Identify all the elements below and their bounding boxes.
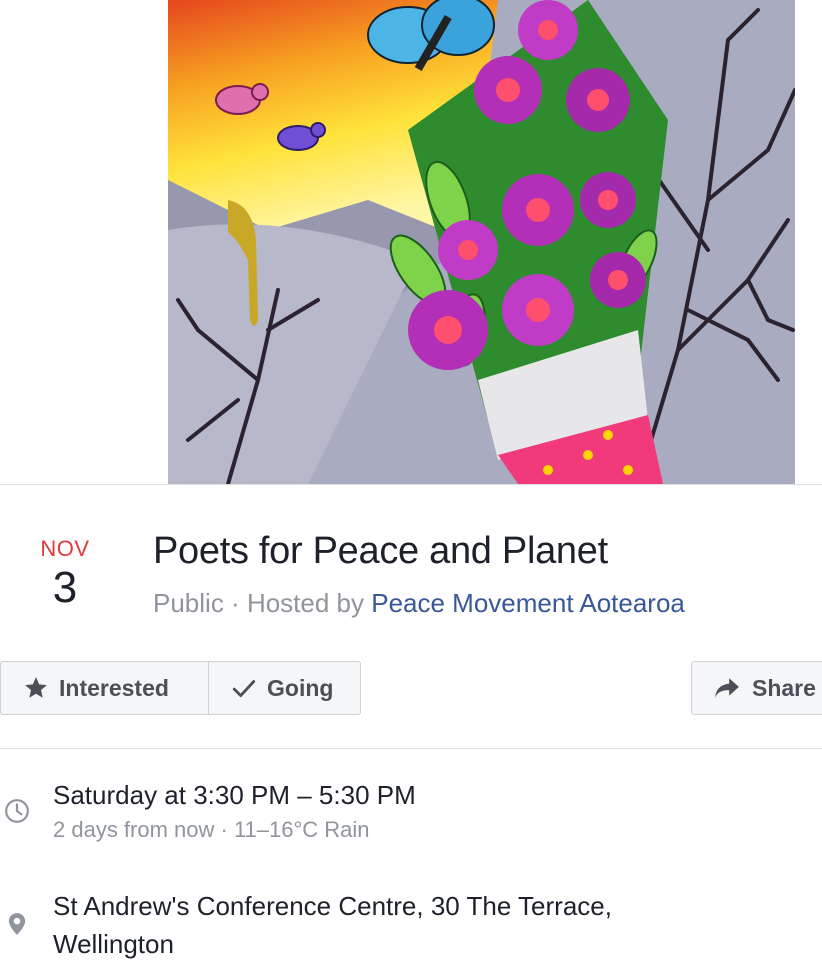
privacy-label: Public bbox=[153, 588, 224, 618]
star-icon bbox=[25, 677, 47, 698]
event-time: Saturday at 3:30 PM – 5:30 PM bbox=[53, 780, 416, 810]
event-date-day: 3 bbox=[52, 563, 78, 612]
going-label: Going bbox=[267, 674, 334, 701]
share-arrow-icon bbox=[715, 678, 739, 698]
interested-label: Interested bbox=[59, 674, 169, 701]
event-location-row[interactable]: St Andrew's Conference Centre, 30 The Te… bbox=[0, 891, 822, 966]
event-time-subtext: 2 days from now · 11–16°C Rain bbox=[53, 817, 370, 842]
section-divider bbox=[0, 748, 822, 749]
share-button[interactable]: Share bbox=[691, 661, 822, 715]
share-label: Share bbox=[752, 674, 816, 701]
hosted-by-prefix: Hosted by bbox=[246, 588, 372, 618]
event-cover-image[interactable] bbox=[168, 0, 795, 484]
cover-artwork bbox=[168, 0, 795, 484]
interested-button[interactable]: Interested bbox=[1, 662, 208, 714]
event-date-month: NOV bbox=[40, 536, 90, 561]
rsvp-button-group: Interested Going bbox=[0, 661, 361, 715]
event-subtitle: Public · Hosted by Peace Movement Aotear… bbox=[153, 588, 685, 619]
clock-icon bbox=[5, 799, 29, 823]
subtitle-separator: · bbox=[223, 588, 247, 618]
event-date: NOV 3 bbox=[30, 536, 100, 612]
event-location-line1: St Andrew's Conference Centre, 30 The Te… bbox=[53, 891, 612, 921]
check-icon bbox=[232, 680, 256, 697]
map-pin-icon bbox=[8, 913, 26, 935]
event-location-line2: Wellington bbox=[53, 929, 174, 959]
host-link[interactable]: Peace Movement Aotearoa bbox=[371, 588, 685, 618]
event-cover-area bbox=[0, 0, 822, 485]
event-time-row[interactable]: Saturday at 3:30 PM – 5:30 PM 2 days fro… bbox=[0, 780, 822, 850]
event-title[interactable]: Poets for Peace and Planet bbox=[153, 530, 608, 573]
going-button[interactable]: Going bbox=[208, 662, 360, 714]
